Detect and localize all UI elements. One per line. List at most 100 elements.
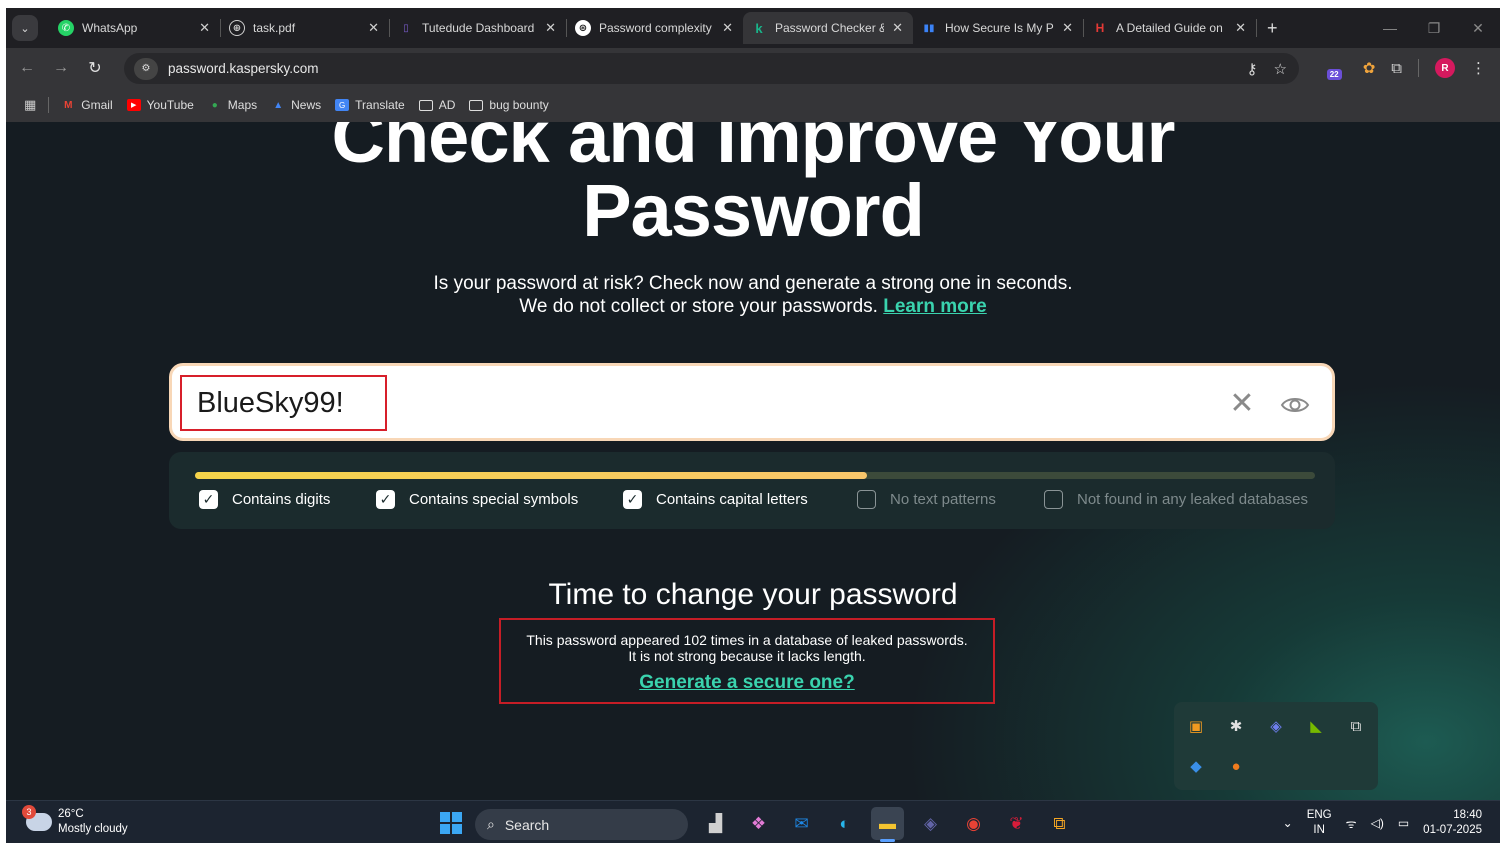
tray-avast-icon[interactable]: ● [1216,746,1256,786]
cookie-extension-icon[interactable]: ✿ [1363,59,1376,77]
show-password-eye-icon[interactable] [1280,390,1310,420]
checkbox-icon: ✓ [376,490,395,509]
tab-how-secure[interactable]: ▮▮ How Secure Is My Pa ✕ [913,12,1083,44]
kaspersky-icon: k [755,20,763,36]
volume-icon[interactable]: ◁) [1371,816,1384,830]
cloud-icon: 3 [22,805,52,831]
close-tab-icon[interactable]: ✕ [368,20,379,36]
weather-widget[interactable]: 3 26°C Mostly cloudy [22,805,128,837]
close-tab-icon[interactable]: ✕ [545,20,556,36]
cherry-app-icon[interactable]: ❦ [1000,807,1033,840]
clear-icon[interactable]: ✕ [1222,384,1262,424]
bookmarks-bar: ▦ M Gmail ▶ YouTube ● Maps ▲ News G Translate… [6,88,1500,122]
gmail-icon: M [64,99,73,111]
clock[interactable]: 18:40 01-07-2025 [1423,808,1482,838]
tab-search-button[interactable]: ⌄ [12,15,38,41]
search-icon: ⌕ [487,816,495,832]
tab-whatsapp[interactable]: ✆ WhatsApp ✕ [50,12,220,44]
page-title-line1: Check and Improve Your [331,122,1176,178]
close-tab-icon[interactable]: ✕ [892,20,903,36]
h-icon: H [1095,21,1105,35]
url-text[interactable]: password.kaspersky.com [168,61,319,76]
strength-bar-fill [195,472,867,479]
tab-password-checker[interactable]: k Password Checker & ✕ [743,12,913,44]
bookmark-youtube[interactable]: ▶ YouTube [126,98,194,112]
book-icon: ▯ [403,22,409,34]
tab-password-complexity[interactable]: ⊛ Password complexity ✕ [567,12,743,44]
chevron-up-icon[interactable]: ⌄ [1283,816,1293,830]
globe-icon: ⊕ [229,20,245,36]
window-controls: — ❐ ✕ [1368,8,1500,48]
tray-app-icon[interactable]: ▣ [1176,706,1216,746]
close-window-icon[interactable]: ✕ [1456,20,1500,37]
teams-icon[interactable]: ◈ [914,807,947,840]
tab-detailed-guide[interactable]: H A Detailed Guide on ✕ [1084,12,1256,44]
page-subtitle: Is your password at risk? Check now and … [433,273,1073,317]
verdict-heading: Time to change your password [548,578,958,611]
minimize-icon[interactable]: — [1368,20,1412,36]
close-tab-icon[interactable]: ✕ [1062,20,1073,36]
tray-nvidia-icon[interactable]: ◣ [1296,706,1336,746]
weather-condition: Mostly cloudy [58,823,128,835]
bookmark-maps[interactable]: ● Maps [208,98,257,112]
password-key-icon[interactable]: ⚷ [1247,60,1258,78]
copilot-icon[interactable]: ❖ [742,807,775,840]
tray-network-icon[interactable]: ✱ [1216,706,1256,746]
tray-defender-icon[interactable]: ◆ [1176,746,1216,786]
tab-tutedude-dashboard[interactable]: ▯ Tutedude Dashboard ✕ [390,12,566,44]
extension-badge: 22 [1326,69,1342,80]
battery-icon[interactable]: ▭ [1398,816,1409,830]
extensions-puzzle-icon[interactable]: ⧉ [1391,60,1402,77]
temperature: 26°C [58,808,84,820]
windows-start-icon[interactable] [440,812,462,834]
chrome-icon[interactable]: ◉ [957,807,990,840]
bookmark-news[interactable]: ▲ News [271,98,321,112]
leak-warning-text: This password appeared 102 times in a da… [526,632,968,664]
back-icon[interactable]: ← [10,59,44,77]
tray-teams-icon[interactable]: ◈ [1256,706,1296,746]
tab-task-pdf[interactable]: ⊕ task.pdf ✕ [221,12,389,44]
taskbar-search[interactable]: ⌕ Search [475,809,688,840]
bookmark-translate[interactable]: G Translate [335,98,405,112]
learn-more-link[interactable]: Learn more [883,296,986,317]
language-indicator[interactable]: ENG IN [1307,808,1332,838]
profile-avatar[interactable]: R [1435,58,1455,78]
criterion-special-symbols: ✓ Contains special symbols [376,490,578,509]
generate-secure-password-link[interactable]: Generate a secure one? [501,672,993,694]
translate-icon: G [335,99,350,111]
close-tab-icon[interactable]: ✕ [1235,20,1246,36]
page-title-line2: Password [582,169,925,252]
file-explorer-icon[interactable]: ▬ [871,807,904,842]
snipping-tool-icon[interactable]: ⧉ [1043,807,1076,840]
password-criteria-panel: ✓ Contains digits ✓ Contains special symbo… [169,452,1335,529]
new-tab-icon[interactable]: + [1267,18,1278,39]
chatgpt-icon: ⊛ [575,20,591,36]
edge-icon[interactable]: ◐ [828,807,861,840]
task-view-icon[interactable]: ▟ [699,807,732,840]
bookmark-folder-bug-bounty[interactable]: bug bounty [469,98,549,112]
reload-icon[interactable]: ↻ [78,58,112,78]
maps-icon: ● [211,99,218,111]
apps-grid-icon[interactable]: ▦ [24,97,36,113]
extension-icon[interactable]: 22 [1326,58,1347,80]
address-bar-actions: ⚷ ☆ [1247,53,1287,84]
bookmark-star-icon[interactable]: ☆ [1274,60,1287,78]
close-tab-icon[interactable]: ✕ [722,20,733,36]
menu-kebab-icon[interactable]: ⋮ [1471,59,1486,77]
password-input-box[interactable]: BlueSky99! ✕ [169,363,1335,441]
close-tab-icon[interactable]: ✕ [199,20,210,36]
site-info-icon[interactable]: ⚙ [134,57,158,80]
outlook-icon[interactable]: ✉ [785,807,818,840]
checkbox-icon: ✓ [199,490,218,509]
bookmark-gmail[interactable]: M Gmail [61,98,113,112]
address-bar[interactable]: ⚙ password.kaspersky.com ⚷ ☆ [124,53,1299,84]
folder-icon [469,99,484,111]
forward-icon[interactable]: → [44,59,78,77]
folder-icon [418,99,433,111]
leak-warning-box: This password appeared 102 times in a da… [499,618,995,704]
password-input[interactable]: BlueSky99! [180,375,387,431]
restore-icon[interactable]: ❐ [1412,20,1456,37]
wifi-icon[interactable]: ᯤ [1346,815,1357,832]
bookmark-folder-ad[interactable]: AD [418,98,455,112]
tray-copy-icon[interactable]: ⧉ [1336,706,1376,746]
